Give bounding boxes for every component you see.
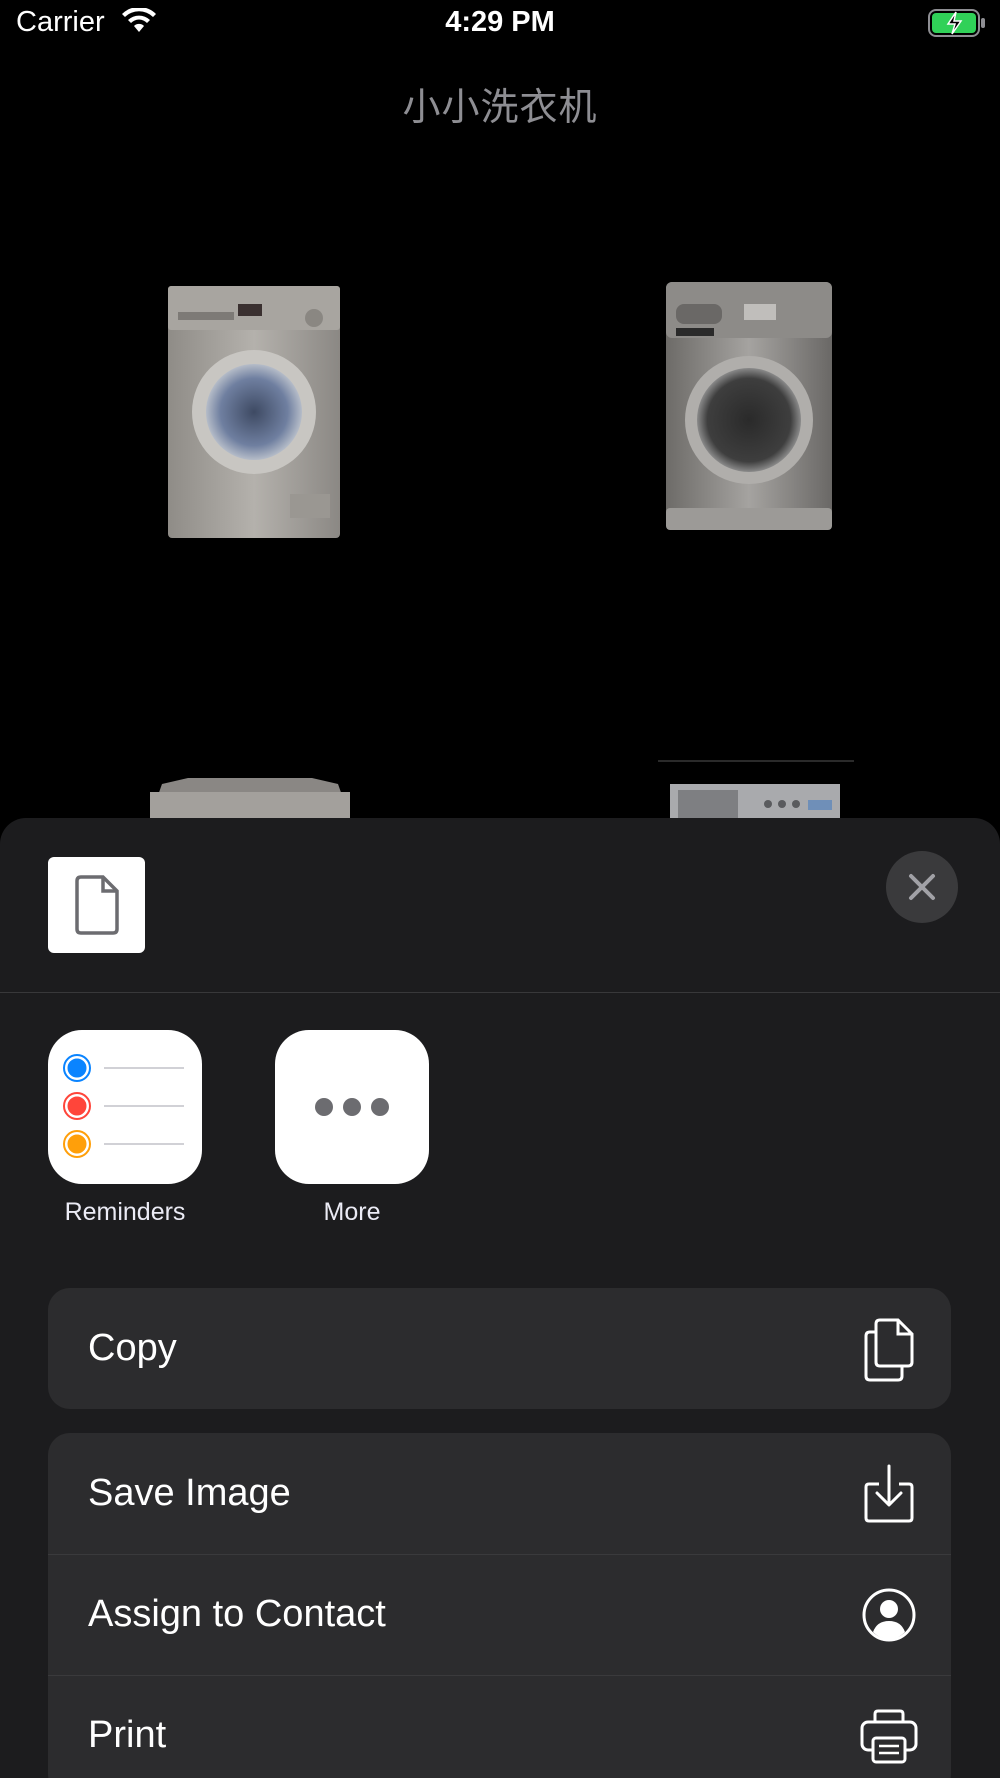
washer-image-2[interactable] <box>664 280 834 532</box>
reminders-icon <box>48 1030 202 1184</box>
save-image-button[interactable]: Save Image <box>48 1433 951 1554</box>
assign-to-contact-label: Assign to Contact <box>88 1593 386 1635</box>
assign-to-contact-button[interactable]: Assign to Contact <box>48 1554 951 1675</box>
app-reminders[interactable]: Reminders <box>48 1030 202 1227</box>
copy-button[interactable]: Copy <box>48 1288 951 1409</box>
save-image-label: Save Image <box>88 1472 291 1514</box>
share-sheet: Reminders More Copy Save Image Assign to… <box>0 818 1000 1778</box>
print-button[interactable]: Print <box>48 1675 951 1778</box>
save-image-icon <box>859 1461 919 1527</box>
washer-image-1[interactable] <box>166 284 342 540</box>
app-label-reminders: Reminders <box>64 1198 186 1226</box>
close-icon <box>909 874 935 900</box>
washer-image-4[interactable] <box>658 760 854 818</box>
close-button[interactable] <box>886 851 958 923</box>
washer-image-3[interactable] <box>148 776 352 818</box>
app-label-more: More <box>323 1198 381 1226</box>
document-thumbnail <box>48 857 145 953</box>
action-group-copy: Copy <box>48 1288 951 1409</box>
battery-icon <box>928 9 985 37</box>
status-bar: Carrier 4:29 PM <box>0 0 1000 50</box>
document-icon <box>74 875 119 935</box>
sheet-divider <box>0 992 1000 993</box>
contact-icon <box>859 1582 919 1648</box>
copy-label: Copy <box>88 1327 177 1369</box>
app-title: 小小洗衣机 <box>402 87 598 129</box>
status-time: 4:29 PM <box>445 6 555 38</box>
print-label: Print <box>88 1714 167 1756</box>
print-icon <box>859 1703 919 1769</box>
action-group-main: Save Image Assign to Contact Print <box>48 1433 951 1778</box>
app-more[interactable]: More <box>275 1030 429 1227</box>
copy-icon <box>859 1316 919 1382</box>
more-icon <box>275 1030 429 1184</box>
